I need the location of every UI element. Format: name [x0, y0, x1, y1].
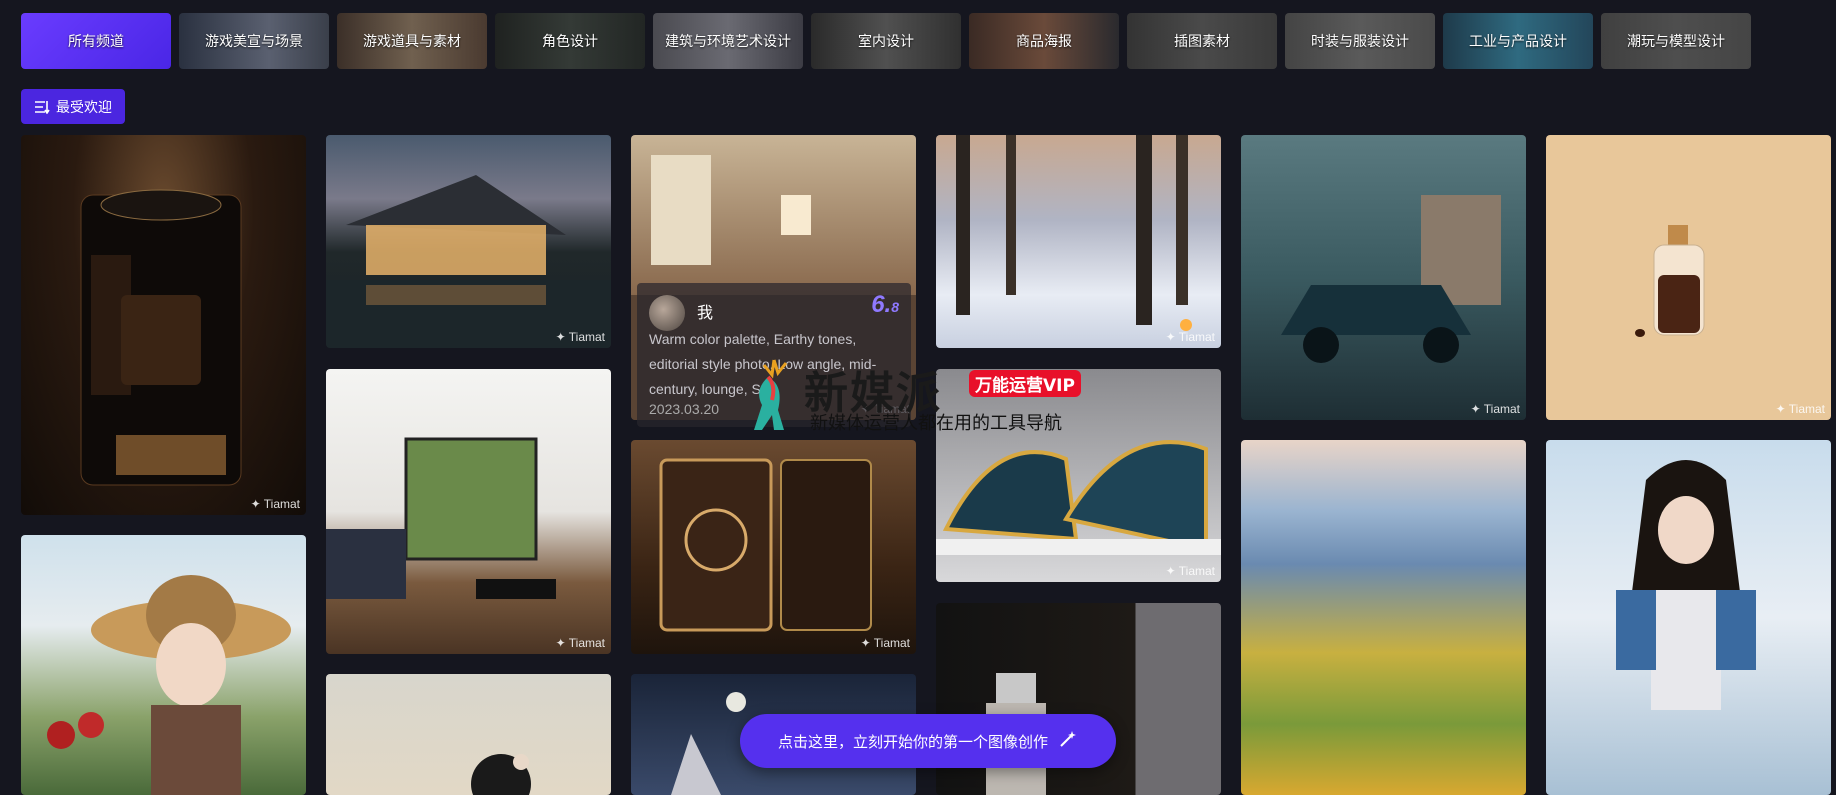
gallery-card-vintage-car[interactable]: ✦ Tiamat — [1241, 135, 1526, 420]
tab-toy-model[interactable]: 潮玩与模型设计 — [1601, 13, 1751, 69]
gallery-card-anime-girl-hat[interactable] — [21, 535, 306, 795]
watermark-label: ✦ Tiamat — [250, 497, 300, 511]
sort-label: 最受欢迎 — [56, 99, 112, 116]
gallery-card-lake-cabin[interactable]: ✦ Tiamat — [326, 135, 611, 348]
gallery-card-living-room[interactable]: ✦ Tiamat — [326, 369, 611, 654]
tab-interior-design[interactable]: 室内设计 — [811, 13, 961, 69]
gallery-card-coffee-bottle[interactable]: ✦ Tiamat — [1546, 135, 1831, 420]
watermark-label: ✦ Tiamat — [1165, 564, 1215, 578]
tab-architecture[interactable]: 建筑与环境艺术设计 — [653, 13, 803, 69]
score-main: 6. — [871, 291, 892, 318]
tab-illustration[interactable]: 插图素材 — [1127, 13, 1277, 69]
anime-girl-art — [47, 575, 291, 795]
watermark-label: ✦ Tiamat — [1470, 402, 1520, 416]
avatar[interactable] — [649, 295, 685, 331]
tab-game-scene[interactable]: 游戏美宣与场景 — [179, 13, 329, 69]
tab-all-channels[interactable]: 所有频道 — [21, 13, 171, 69]
vip-badge: 万能运营VIP — [969, 370, 1081, 397]
anime-lady-art — [471, 754, 531, 795]
author-name[interactable]: 我 — [697, 299, 713, 323]
tab-label: 所有频道 — [68, 34, 124, 50]
magic-wand-icon — [1058, 729, 1078, 753]
deer-logo-icon — [754, 359, 788, 430]
tab-product-poster[interactable]: 商品海报 — [969, 13, 1119, 69]
gallery-card-coffee-machine[interactable]: ✦ Tiamat — [21, 135, 306, 515]
logo-subtitle: 新媒体运营人都在用的工具导航 — [810, 413, 1062, 434]
tab-label: 工业与产品设计 — [1469, 34, 1567, 50]
post-date: 2023.03.20 — [649, 401, 720, 417]
tab-label: 建筑与环境艺术设计 — [665, 34, 791, 50]
tab-industrial[interactable]: 工业与产品设计 — [1443, 13, 1593, 69]
score-decimal: 8 — [891, 299, 899, 315]
tab-character-design[interactable]: 角色设计 — [495, 13, 645, 69]
gallery-card-winter-forest[interactable]: ✦ Tiamat — [936, 135, 1221, 348]
tab-label: 游戏美宣与场景 — [205, 34, 303, 50]
coffee-machine-art — [80, 189, 242, 486]
gallery-card-landscape-painting[interactable] — [1241, 440, 1526, 795]
watermark-logo: 新媒派 万能运营VIP 新媒体运营人都在用的工具导航 — [744, 355, 1094, 440]
winter-forest-art — [956, 135, 1192, 331]
warrior-girl-art — [1616, 460, 1756, 710]
coffee-bottle-art — [1635, 225, 1705, 337]
espresso-machine-art — [659, 458, 872, 632]
vintage-car-art — [1281, 195, 1501, 363]
score-value: 6.8 — [871, 291, 899, 319]
tab-label: 插图素材 — [1174, 34, 1230, 50]
tab-label: 角色设计 — [542, 34, 598, 50]
tab-label: 潮玩与模型设计 — [1627, 34, 1725, 50]
lake-cabin-art — [326, 175, 611, 348]
tab-game-props[interactable]: 游戏道具与素材 — [337, 13, 487, 69]
tab-label: 时装与服装设计 — [1311, 34, 1409, 50]
watermark-label: ✦ Tiamat — [1165, 330, 1215, 344]
living-room-art — [326, 437, 556, 599]
start-creation-button[interactable]: 点击这里，立刻开始你的第一个图像创作 — [740, 714, 1116, 768]
card-image — [1241, 440, 1526, 795]
gallery-card-espresso-machine[interactable]: ✦ Tiamat — [631, 440, 916, 654]
watermark-label: ✦ Tiamat — [860, 636, 910, 650]
tab-fashion[interactable]: 时装与服装设计 — [1285, 13, 1435, 69]
gallery-card-warrior-girl[interactable] — [1546, 440, 1831, 795]
watermark-label: ✦ Tiamat — [555, 636, 605, 650]
sort-popular-button[interactable]: 最受欢迎 — [21, 89, 125, 124]
gallery-card-anime-lady[interactable] — [326, 674, 611, 795]
watermark-label: ✦ Tiamat — [555, 330, 605, 344]
watermark-label: ✦ Tiamat — [1775, 402, 1825, 416]
cta-label: 点击这里，立刻开始你的第一个图像创作 — [777, 732, 1048, 751]
sort-icon — [34, 100, 50, 114]
tab-label: 游戏道具与素材 — [363, 34, 461, 50]
tab-label: 室内设计 — [858, 34, 914, 50]
tab-label: 商品海报 — [1016, 34, 1072, 50]
